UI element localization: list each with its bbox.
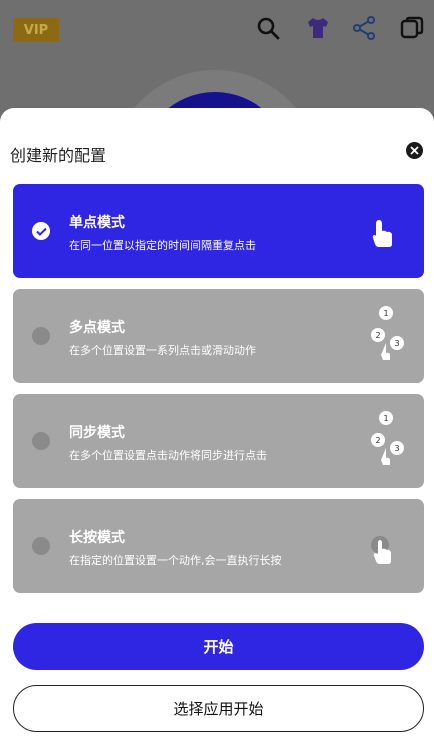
svg-text:3: 3 bbox=[394, 444, 399, 453]
radio-unchecked[interactable] bbox=[32, 432, 50, 450]
mode-description: 在多个位置设置一系列点击或滑动动作 bbox=[69, 344, 256, 357]
long-press-icon bbox=[352, 515, 410, 577]
mode-card-single[interactable]: 单点模式 在同一位置以指定的时间间隔重复点击 bbox=[13, 184, 424, 278]
multi-tap-icon: 1 2 3 bbox=[352, 305, 410, 367]
mode-card-long-press[interactable]: 长按模式 在指定的位置设置一个动作,会一直执行长按 bbox=[13, 499, 424, 593]
create-config-sheet: 创建新的配置 单点模式 在同一位置以指定的时间间隔重复点击 多点模式 在多个位置… bbox=[0, 108, 434, 736]
mode-description: 在指定的位置设置一个动作,会一直执行长按 bbox=[69, 554, 282, 567]
svg-text:1: 1 bbox=[383, 414, 388, 423]
svg-text:3: 3 bbox=[394, 339, 399, 348]
mode-card-sync[interactable]: 同步模式 在多个位置设置点击动作将同步进行点击 1 2 3 bbox=[13, 394, 424, 488]
mode-title: 长按模式 bbox=[69, 530, 125, 546]
mode-description: 在同一位置以指定的时间间隔重复点击 bbox=[69, 239, 256, 252]
mode-title: 单点模式 bbox=[69, 215, 125, 231]
search-icon[interactable] bbox=[254, 14, 282, 42]
sync-tap-icon: 1 2 3 bbox=[352, 410, 410, 472]
mode-title: 同步模式 bbox=[69, 425, 125, 441]
radio-unchecked[interactable] bbox=[32, 537, 50, 555]
mode-title: 多点模式 bbox=[69, 320, 125, 336]
select-app-start-button[interactable]: 选择应用开始 bbox=[13, 685, 424, 732]
single-tap-icon bbox=[352, 200, 410, 262]
share-icon[interactable] bbox=[350, 14, 378, 42]
mode-card-multi[interactable]: 多点模式 在多个位置设置一系列点击或滑动动作 1 2 3 bbox=[13, 289, 424, 383]
svg-text:2: 2 bbox=[375, 331, 380, 340]
start-button[interactable]: 开始 bbox=[13, 623, 424, 670]
mode-description: 在多个位置设置点击动作将同步进行点击 bbox=[69, 449, 267, 462]
svg-text:1: 1 bbox=[383, 309, 388, 318]
radio-checked[interactable] bbox=[32, 222, 50, 240]
vip-badge[interactable]: VIP bbox=[13, 18, 59, 42]
shirt-icon[interactable] bbox=[304, 14, 332, 42]
sheet-title: 创建新的配置 bbox=[10, 146, 107, 165]
close-icon[interactable] bbox=[406, 142, 423, 159]
svg-text:2: 2 bbox=[375, 436, 380, 445]
radio-unchecked[interactable] bbox=[32, 327, 50, 345]
top-bar: VIP bbox=[0, 0, 434, 58]
copy-icon[interactable] bbox=[398, 14, 426, 42]
